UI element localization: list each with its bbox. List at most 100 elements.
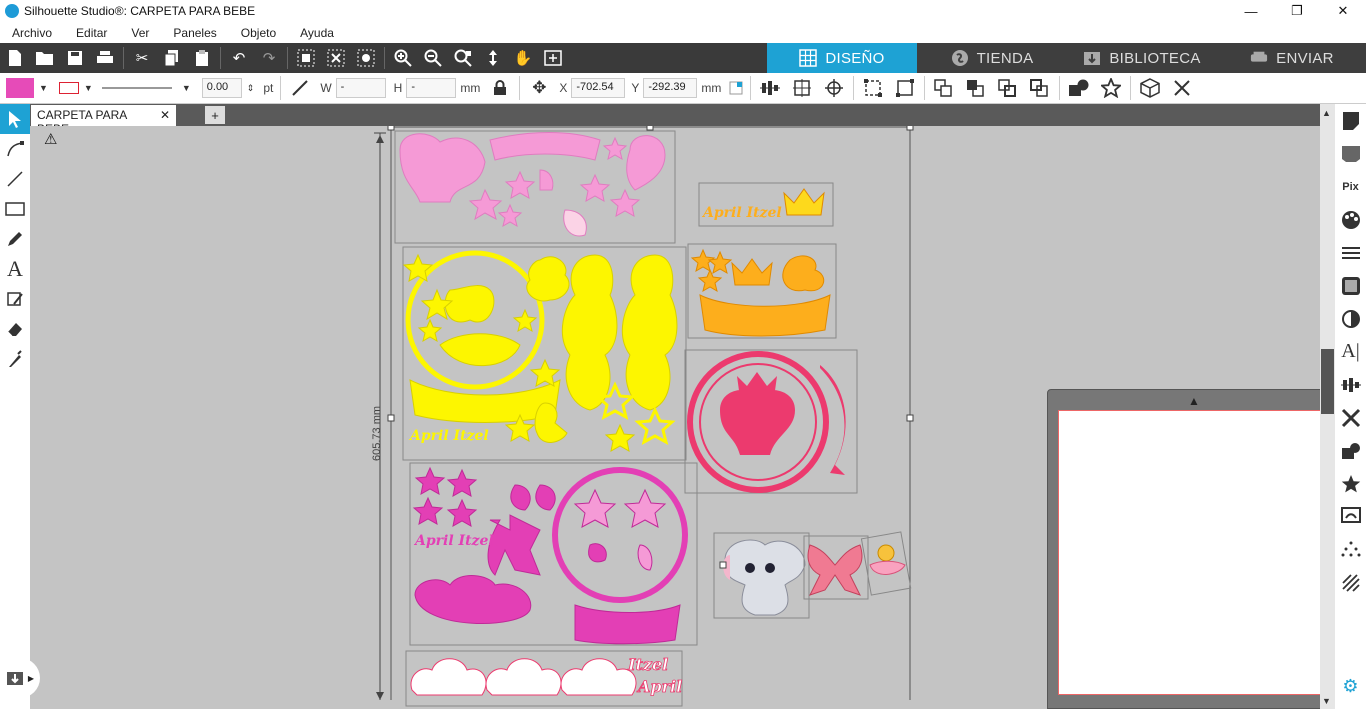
bring-forward-icon[interactable]: [928, 73, 960, 103]
weld-icon[interactable]: [1063, 73, 1095, 103]
center-page-icon[interactable]: [786, 73, 818, 103]
zoom-out-icon[interactable]: [418, 43, 448, 73]
eraser-icon[interactable]: [0, 314, 30, 344]
open-folder-icon[interactable]: [30, 43, 60, 73]
close-x-icon[interactable]: [1166, 73, 1198, 103]
line-style-preview[interactable]: [101, 86, 172, 90]
menu-paneles[interactable]: Paneles: [161, 26, 228, 40]
fill-pattern-icon[interactable]: [1335, 269, 1366, 302]
line-style-icon[interactable]: [1335, 236, 1366, 269]
bring-to-front-icon[interactable]: [992, 73, 1024, 103]
chevron-down-icon[interactable]: ▼: [84, 83, 93, 93]
save-icon[interactable]: [60, 43, 90, 73]
new-file-icon[interactable]: [0, 43, 30, 73]
y-position-input[interactable]: -292.39: [643, 78, 698, 98]
pencil-icon[interactable]: [0, 224, 30, 254]
close-tab-icon[interactable]: ✕: [160, 108, 170, 123]
april-itzel-yellow-text[interactable]: April Itzel: [408, 428, 489, 444]
fit-to-page-icon[interactable]: [538, 43, 568, 73]
redo-icon[interactable]: ↷: [254, 43, 284, 73]
tab-diseno[interactable]: DISEÑO: [767, 43, 917, 73]
april-bottom-text[interactable]: April: [636, 677, 683, 697]
width-input[interactable]: -: [335, 78, 386, 98]
paste-icon[interactable]: [187, 43, 217, 73]
media-icon[interactable]: [1335, 137, 1366, 170]
page-setup-icon[interactable]: [1335, 104, 1366, 137]
line-draw-icon[interactable]: [0, 164, 30, 194]
vertical-scrollbar[interactable]: ▲ ▼: [1320, 104, 1335, 709]
send-to-back-icon[interactable]: [1024, 73, 1056, 103]
edit-points-icon[interactable]: [0, 134, 30, 164]
pan-move-icon[interactable]: [478, 43, 508, 73]
lock-icon[interactable]: [484, 73, 516, 103]
text-tool-icon[interactable]: A: [0, 254, 30, 284]
modify-icon[interactable]: [1335, 434, 1366, 467]
star-shape-icon[interactable]: [1095, 73, 1127, 103]
april-itzel-pink-text[interactable]: April Itzel: [413, 533, 494, 549]
deselect-icon[interactable]: [321, 43, 351, 73]
menu-archivo[interactable]: Archivo: [0, 26, 64, 40]
yellow-shapes[interactable]: [402, 250, 678, 452]
move-icon[interactable]: ✥: [523, 73, 555, 103]
itzel-bottom-text[interactable]: Itzel: [627, 655, 669, 675]
replicate-icon[interactable]: [1335, 401, 1366, 434]
scroll-down-icon[interactable]: ▼: [1322, 696, 1331, 706]
document-tab[interactable]: CARPETA PARA BEBE ✕: [31, 105, 176, 136]
crown-icon[interactable]: [783, 188, 825, 216]
print-icon[interactable]: [90, 43, 120, 73]
menu-ver[interactable]: Ver: [119, 26, 161, 40]
minimize-button[interactable]: —: [1228, 0, 1274, 22]
eraser-draw-icon[interactable]: [0, 284, 30, 314]
select-all-icon[interactable]: [291, 43, 321, 73]
menu-objeto[interactable]: Objeto: [229, 26, 288, 40]
pacifier-image[interactable]: [869, 544, 906, 575]
line-width-input[interactable]: 0.00: [201, 78, 242, 98]
cut-icon[interactable]: ✂: [127, 43, 157, 73]
restore-button[interactable]: ❐: [1274, 0, 1320, 22]
center-target-icon[interactable]: [818, 73, 850, 103]
tab-enviar[interactable]: ENVIAR: [1217, 43, 1366, 73]
bow-image[interactable]: [807, 544, 863, 596]
close-window-button[interactable]: ✕: [1320, 0, 1366, 22]
fill-color-swatch[interactable]: [6, 78, 34, 98]
line-tool-icon[interactable]: [284, 73, 316, 103]
scroll-up-icon[interactable]: ▲: [1322, 108, 1331, 118]
chevron-down-icon[interactable]: ▼: [39, 83, 48, 93]
scrollbar-thumb[interactable]: [1321, 349, 1334, 414]
white-cloud-shapes[interactable]: [410, 658, 637, 696]
april-itzel-orange-text[interactable]: April Itzel: [701, 205, 782, 221]
page-preview-panel[interactable]: ▲: [1047, 389, 1327, 709]
menu-ayuda[interactable]: Ayuda: [288, 26, 346, 40]
warning-icon[interactable]: ⚠: [44, 130, 57, 148]
select-arrow-icon[interactable]: [0, 104, 30, 134]
undo-icon[interactable]: ↶: [224, 43, 254, 73]
elephant-image[interactable]: [723, 539, 806, 616]
zoom-in-icon[interactable]: [388, 43, 418, 73]
height-input[interactable]: -: [406, 78, 457, 98]
copy-icon[interactable]: [157, 43, 187, 73]
offset-star-icon[interactable]: [1335, 467, 1366, 500]
sketch-dots-icon[interactable]: [1335, 533, 1366, 566]
orange-shapes[interactable]: [690, 248, 831, 337]
add-tab-button[interactable]: +: [205, 106, 225, 124]
select-by-color-icon[interactable]: [351, 43, 381, 73]
settings-gear-icon[interactable]: ⚙: [1335, 670, 1366, 703]
tab-tienda[interactable]: TIENDA: [917, 43, 1067, 73]
transparency-icon[interactable]: [1335, 302, 1366, 335]
image-handle[interactable]: [719, 561, 727, 569]
trace-icon[interactable]: [1335, 500, 1366, 533]
send-backward-icon[interactable]: [960, 73, 992, 103]
pixscan-icon[interactable]: Pix: [1335, 170, 1366, 203]
align-panel-icon[interactable]: [1335, 368, 1366, 401]
stepper-icon[interactable]: ⇕: [247, 83, 255, 94]
ungroup-icon[interactable]: [889, 73, 921, 103]
align-icon[interactable]: [754, 73, 786, 103]
zoom-select-icon[interactable]: [448, 43, 478, 73]
group-icon[interactable]: [857, 73, 889, 103]
download-panel-button[interactable]: ▶: [0, 658, 40, 698]
pink-light-shapes[interactable]: [399, 132, 666, 237]
collapse-arrow-icon[interactable]: ▲: [1188, 394, 1200, 408]
hand-pan-icon[interactable]: ✋: [508, 43, 538, 73]
hatch-icon[interactable]: [1335, 566, 1366, 599]
line-color-swatch[interactable]: [58, 82, 79, 94]
